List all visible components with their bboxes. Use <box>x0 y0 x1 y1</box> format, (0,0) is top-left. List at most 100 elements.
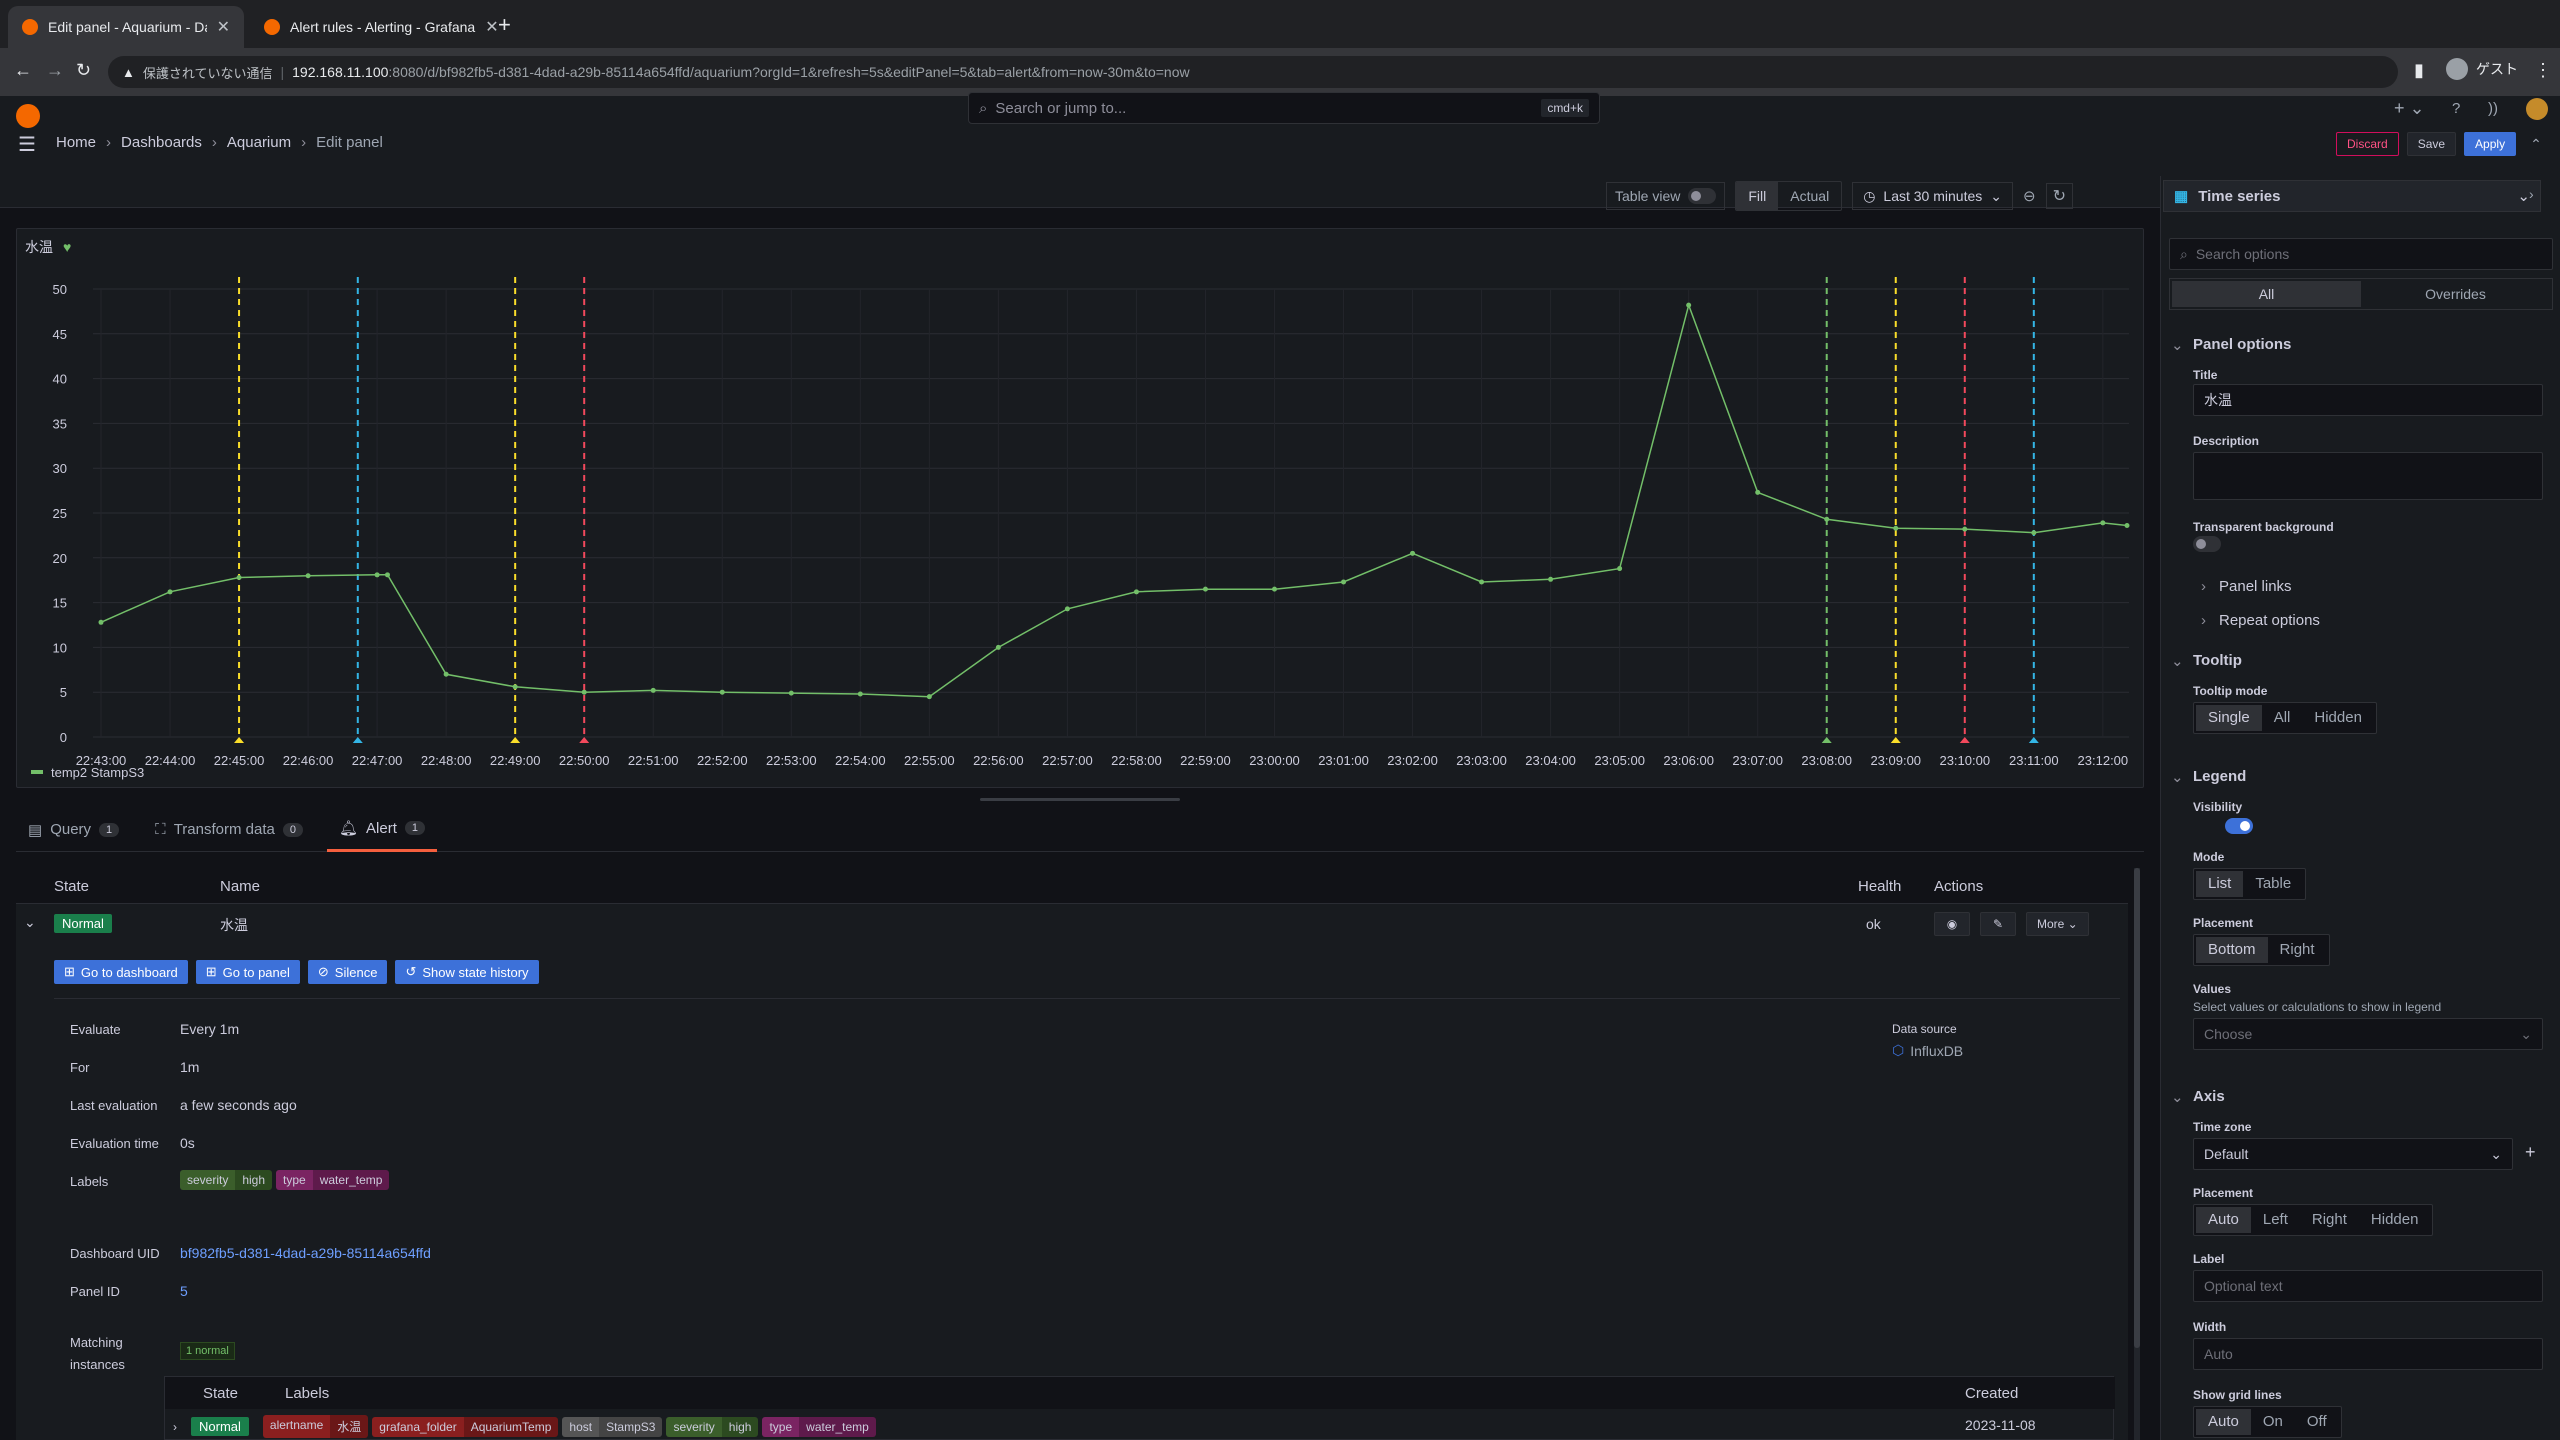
axis-section[interactable]: ⌄ Axis <box>2171 1088 2225 1106</box>
axis-width-input[interactable]: Auto <box>2193 1338 2543 1370</box>
tooltip-single[interactable]: Single <box>2196 705 2262 731</box>
time-series-chart[interactable]: 0510152025303540455022:43:00 22:44:00 22:4… <box>17 229 2145 789</box>
go-to-dashboard-button[interactable]: ⊞ Go to dashboard <box>54 960 188 984</box>
data-point <box>384 572 390 578</box>
silence-button[interactable]: ⊘ Silence <box>307 960 388 984</box>
state-badge: Normal <box>54 914 112 933</box>
add-icon[interactable]: + ⌄ <box>2394 98 2425 119</box>
discard-button[interactable]: Discard <box>2336 132 2399 156</box>
evaluate-label: Evaluate <box>70 1022 121 1037</box>
more-button[interactable]: More ⌄ <box>2026 912 2089 936</box>
tab-transform[interactable]: ⛶ Transform data 0 <box>143 808 315 852</box>
breadcrumb-aquarium[interactable]: Aquarium <box>227 134 291 151</box>
breadcrumb-home[interactable]: Home <box>56 134 96 151</box>
legend-section[interactable]: ⌄ Legend <box>2171 768 2246 786</box>
legend-mode-table[interactable]: Table <box>2243 871 2303 897</box>
reload-icon[interactable]: ↻ <box>76 60 91 81</box>
collapse-pane-icon[interactable]: › <box>2529 186 2534 202</box>
tab-query[interactable]: ▤ Query 1 <box>16 808 131 852</box>
search-options-input[interactable]: ⌕ Search options <box>2169 238 2553 270</box>
tab-alert[interactable]: 🔔︎ Alert 1 <box>326 808 437 852</box>
transparent-background-toggle[interactable] <box>2193 536 2221 552</box>
axis-placement-hidden[interactable]: Hidden <box>2359 1207 2431 1233</box>
edit-icon[interactable]: ✎ <box>1980 912 2016 936</box>
time-zone-select[interactable]: Default ⌄ <box>2193 1138 2513 1170</box>
grafana-logo-icon[interactable] <box>16 104 40 128</box>
instance-label: host StampS3 <box>562 1416 663 1437</box>
fill-option[interactable]: Fill <box>1736 182 1779 210</box>
browser-tab-edit-panel[interactable]: Edit panel - Aquarium - Dashb ✕ <box>8 6 244 48</box>
tooltip-section[interactable]: ⌄ Tooltip <box>2171 652 2242 670</box>
expand-icon[interactable]: › <box>173 1420 177 1434</box>
new-tab-icon[interactable]: + <box>498 12 511 38</box>
alert-table-header: State Name Health Actions <box>16 868 2128 904</box>
tooltip-hidden[interactable]: Hidden <box>2302 705 2374 731</box>
browser-menu-icon[interactable]: ⋮ <box>2534 60 2552 81</box>
news-icon[interactable]: )) <box>2488 100 2498 117</box>
axis-placement-auto[interactable]: Auto <box>2196 1207 2251 1233</box>
close-tab-icon[interactable]: ✕ <box>217 17 230 37</box>
legend-placement-right[interactable]: Right <box>2268 937 2327 963</box>
panel-id-link[interactable]: 5 <box>180 1283 188 1299</box>
axis-placement-left[interactable]: Left <box>2251 1207 2300 1233</box>
collapse-icon[interactable]: ⌃ <box>2530 136 2542 153</box>
panel-links-item[interactable]: › Panel links <box>2201 578 2292 595</box>
apply-button[interactable]: Apply <box>2464 132 2517 156</box>
close-tab-icon[interactable]: ✕ <box>485 17 498 37</box>
profile-name: ゲスト <box>2476 61 2518 77</box>
instance-row[interactable]: › Normal alertname 水温 grafana_folder Aquar… <box>173 1415 876 1438</box>
dashboard-uid-link[interactable]: bf982fb5-d381-4dad-a29b-85114a654ffd <box>180 1245 431 1261</box>
panel-id-label: Panel ID <box>70 1284 120 1299</box>
time-picker[interactable]: ◷ Last 30 minutes ⌄ <box>1852 182 2013 210</box>
panel-options-section[interactable]: ⌄ Panel options <box>2171 336 2291 354</box>
back-icon[interactable]: ← <box>14 60 32 81</box>
url-path: :8080/d/bf982fb5-d381-4dad-a29b-85114a65… <box>388 64 1190 80</box>
visualization-picker[interactable]: ▦ Time series ⌄ <box>2163 180 2541 212</box>
grid-lines-auto[interactable]: Auto <box>2196 1409 2251 1435</box>
sidepanel-icon[interactable]: ▮ <box>2414 60 2424 81</box>
view-icon[interactable]: ◉ <box>1934 912 1970 936</box>
axis-placement-right[interactable]: Right <box>2300 1207 2359 1233</box>
user-avatar[interactable] <box>2526 98 2548 120</box>
help-icon[interactable]: ? <box>2452 100 2460 117</box>
table-view-toggle[interactable]: Table view <box>1606 182 1726 210</box>
legend-values-select[interactable]: Choose ⌄ <box>2193 1018 2543 1050</box>
alert-rule-row[interactable]: ⌄ Normal 水温 ok ◉ ✎ More ⌄ <box>16 904 2128 944</box>
legend-mode-list[interactable]: List <box>2196 871 2244 897</box>
axis-label-input[interactable]: Optional text <box>2193 1270 2543 1302</box>
menu-icon[interactable]: ☰ <box>18 132 36 157</box>
save-button[interactable]: Save <box>2406 132 2457 156</box>
legend-placement-bottom[interactable]: Bottom <box>2196 937 2268 963</box>
go-to-panel-button[interactable]: ⊞ Go to panel <box>195 960 300 984</box>
description-textarea[interactable] <box>2193 452 2543 500</box>
browser-tab-alert-rules[interactable]: Alert rules - Alerting - Grafana ✕ <box>250 6 499 48</box>
show-state-history-button[interactable]: ↺ Show state history <box>395 960 539 984</box>
address-bar[interactable]: ▲ 保護されていない通信 | 192.168.11.100:8080/d/bf9… <box>108 56 2398 88</box>
tab-overrides[interactable]: Overrides <box>2361 281 2550 307</box>
y-tick-label: 45 <box>53 327 67 342</box>
actual-option[interactable]: Actual <box>1778 182 1841 210</box>
breadcrumb-dashboards[interactable]: Dashboards <box>121 134 202 151</box>
forward-icon[interactable]: → <box>46 60 64 81</box>
table-view-switch[interactable] <box>1688 188 1717 204</box>
alert-scrollbar[interactable] <box>2134 868 2140 1440</box>
tab-all[interactable]: All <box>2172 281 2361 307</box>
tab-query-label: Query <box>50 821 92 838</box>
data-point <box>2031 530 2037 536</box>
legend-visibility-toggle[interactable] <box>2224 818 2253 834</box>
repeat-options-item[interactable]: › Repeat options <box>2201 612 2320 629</box>
title-label: Title <box>2193 368 2218 382</box>
add-time-zone-icon[interactable]: + <box>2525 1142 2536 1163</box>
resize-handle[interactable] <box>980 798 1180 801</box>
grid-lines-on[interactable]: On <box>2251 1409 2295 1435</box>
grid-lines-off[interactable]: Off <box>2295 1409 2339 1435</box>
collapse-row-icon[interactable]: ⌄ <box>24 914 36 931</box>
refresh-icon[interactable]: ↻ <box>2045 183 2073 209</box>
x-tick-label: 23:02:00 <box>1387 753 1438 768</box>
zoom-out-icon[interactable]: ⊖ <box>2023 187 2036 205</box>
profile-chip[interactable]: ゲスト <box>2446 58 2518 80</box>
title-input[interactable]: 水温 <box>2193 384 2543 416</box>
tooltip-all[interactable]: All <box>2262 705 2303 731</box>
label-value: water_temp <box>312 1170 390 1190</box>
search-bar[interactable]: ⌕ Search or jump to... cmd+k <box>968 92 1600 124</box>
